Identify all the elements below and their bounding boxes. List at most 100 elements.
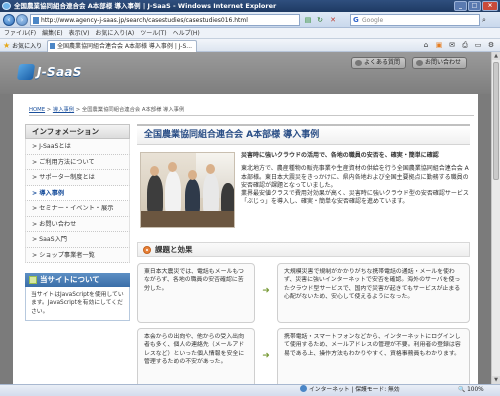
issue-card: 本会からの出向や、他からの受入出向者も多く、個人の連絡先（メールアドレスなど）と… [137,328,255,384]
issue-card: 東日本大震災では、電話もメールもつながらず、各地の職員の安否確認に苦労した。 [137,263,255,323]
issues-effects-list: 東日本大震災では、電話もメールもつながらず、各地の職員の安否確認に苦労した。 ➜… [137,263,470,384]
case-description: 災害時に強いクラウドの活用で、各地の職員の安否を、確実・簡単に確認 東北地方で、… [241,152,469,207]
sidebar-item-about[interactable]: > J-SaaSとは [25,139,130,155]
photo-person [188,170,197,180]
scroll-thumb[interactable] [493,62,499,180]
sidebar-item-label: ご利用方法について [39,158,95,166]
breadcrumb: HOME > 導入事例 > 全国農業協同組合連合会 A本部様 導入事例 [29,105,184,113]
url-text: http://www.agency-j-saas.jp/search/cases… [41,17,248,24]
photo-person [165,171,181,215]
zoom-control[interactable]: 🔍 100% [458,385,484,396]
arrow-right-icon: ➜ [262,351,270,361]
page-scrollbar[interactable]: ▲ ▼ [491,52,500,384]
photo-person [185,179,200,215]
photo-person [150,166,159,176]
home-icon[interactable]: ⌂ [421,41,431,50]
sidebar-item-label: セミナー・イベント・展示 [39,205,114,212]
browser-tab[interactable]: 全国農業協同組合連合会 A本部様 導入事例 | J-S... [47,40,197,52]
status-bar: インターネット | 保護モード: 無効 🔍 100% [0,384,500,396]
sidebar-heading: インフォメーション [25,124,130,139]
breadcrumb-current: 全国農業協同組合連合会 A本部様 導入事例 [81,107,185,113]
case-lead: 災害時に強いクラウドの活用で、各地の職員の安否を、確実・簡単に確認 [241,152,439,159]
contact-label: お問い合わせ [425,59,462,66]
page-content: HOME > 導入事例 > 全国農業協同組合連合会 A本部様 導入事例 インフォ… [13,94,478,384]
mail-icon[interactable]: ✉ [447,41,457,50]
compat-view-icon[interactable]: ▤ [303,15,313,25]
menu-view[interactable]: 表示(V) [69,28,90,38]
breadcrumb-cases[interactable]: 導入事例 [53,107,74,113]
sidebar-item-case-studies[interactable]: > 導入事例 [25,185,130,201]
sidebar-item-label: 導入事例 [39,189,65,197]
minimize-button[interactable]: _ [454,1,467,11]
page-title: 全国農業協同組合連合会 A本部様 導入事例 [137,124,470,145]
sidebar-item-label: お問い合わせ [39,220,77,228]
site-logo[interactable]: J-SaaS [16,62,82,82]
menu-tools[interactable]: ツール(T) [140,28,166,38]
sidebar-item-supporter[interactable]: > サポーター制度とは [25,170,130,186]
tools-menu-icon[interactable]: ⚙ [486,41,496,50]
back-button[interactable]: ‹ [3,14,15,26]
menu-bar: ファイル(F) 編集(E) 表示(V) お気に入り(A) ツール(T) ヘルプ(… [0,28,500,39]
favorites-label: お気に入り [12,43,43,50]
favorites-bar: ★ お気に入り 全国農業協同組合連合会 A本部様 導入事例 | J-S... ⌂… [0,39,500,52]
search-input[interactable]: G Google [350,14,480,26]
contact-button[interactable]: お問い合わせ [412,57,468,69]
page-viewport: J-SaaS よくある質問 お問い合わせ HOME > 導入事例 > 全国農業協… [0,52,491,384]
site-info-text: 当サイトはJavaScriptを使用しています。JavaScriptを有効にして… [25,287,130,322]
sidebar-item-contact[interactable]: > お問い合わせ [25,216,130,232]
site-info-title: 当サイトについて [40,275,100,284]
mail-icon [416,60,423,66]
breadcrumb-divider [29,115,474,116]
case-paragraph: 業界最安値クラスで費用対効果が高く、災害時に強いクラウド型の安否確認サービス「ぶ… [241,190,469,206]
refresh-icon[interactable]: ↻ [315,15,325,25]
window-titlebar: 全国農業協同組合連合会 A本部様 導入事例 | J-SaaS - Windows… [0,0,500,12]
info-square-icon [29,276,37,284]
search-icon[interactable]: ⌕ [482,15,492,25]
sidebar: インフォメーション > J-SaaSとは > ご利用方法について > サポーター… [25,124,130,322]
faq-button[interactable]: よくある質問 [351,57,407,69]
feeds-icon[interactable]: ▣ [434,41,444,50]
issue-effect-row: 東日本大震災では、電話もメールもつながらず、各地の職員の安否確認に苦労した。 ➜… [137,263,470,323]
menu-edit[interactable]: 編集(E) [42,28,62,38]
zone-text: インターネット | 保護モード: 無効 [309,387,400,393]
sidebar-item-label: サポーター制度とは [39,174,95,181]
menu-file[interactable]: ファイル(F) [4,28,36,38]
zoom-level: 100% [467,387,484,393]
breadcrumb-separator: > [74,107,82,113]
page-icon [33,17,39,24]
scroll-up-icon[interactable]: ▲ [492,52,500,60]
sidebar-item-seminars[interactable]: > セミナー・イベント・展示 [25,201,130,217]
window-controls: _ □ × [454,1,498,11]
sidebar-item-label: J-SaaSとは [39,143,71,150]
menu-favorites[interactable]: お気に入り(A) [95,28,134,38]
sidebar-item-label: ショップ事業者一覧 [39,251,95,259]
page-menu-icon[interactable]: ▭ [473,41,483,50]
sidebar-item-usage[interactable]: > ご利用方法について [25,154,130,170]
stop-icon[interactable]: ✕ [328,15,338,25]
arrow-right-icon: ➜ [262,286,270,296]
section-title: 課題と効果 [155,245,193,254]
forward-button[interactable]: › [16,14,28,26]
url-input[interactable]: http://www.agency-j-saas.jp/search/cases… [30,14,300,26]
issue-effect-row: 本会からの出向や、他からの受入出向者も多く、個人の連絡先（メールアドレスなど）と… [137,328,470,384]
logo-text: J-SaaS [37,65,82,79]
scroll-down-icon[interactable]: ▼ [492,376,500,384]
site-info-heading: 当サイトについて [25,273,130,287]
sidebar-item-saas-intro[interactable]: > SaaS入門 [25,232,130,248]
breadcrumb-home[interactable]: HOME [29,107,45,113]
google-icon: G [353,16,359,24]
photo-person [168,162,177,172]
favorites-button[interactable]: ★ お気に入り [3,41,42,51]
sidebar-item-label: SaaS入門 [39,236,67,243]
tab-title: 全国農業協同組合連合会 A本部様 導入事例 | J-S... [57,43,193,50]
sidebar-item-shops[interactable]: > ショップ事業者一覧 [25,247,130,263]
menu-help[interactable]: ヘルプ(H) [173,28,200,38]
address-toolbar: ‹ › http://www.agency-j-saas.jp/search/c… [0,12,500,28]
maximize-button[interactable]: □ [468,1,481,11]
close-button[interactable]: × [482,1,498,11]
print-icon[interactable]: ⎙ [460,41,470,50]
photo-desk [141,211,234,227]
office-photo [140,152,235,228]
logo-mark-icon [16,64,36,80]
search-placeholder: Google [362,17,384,24]
